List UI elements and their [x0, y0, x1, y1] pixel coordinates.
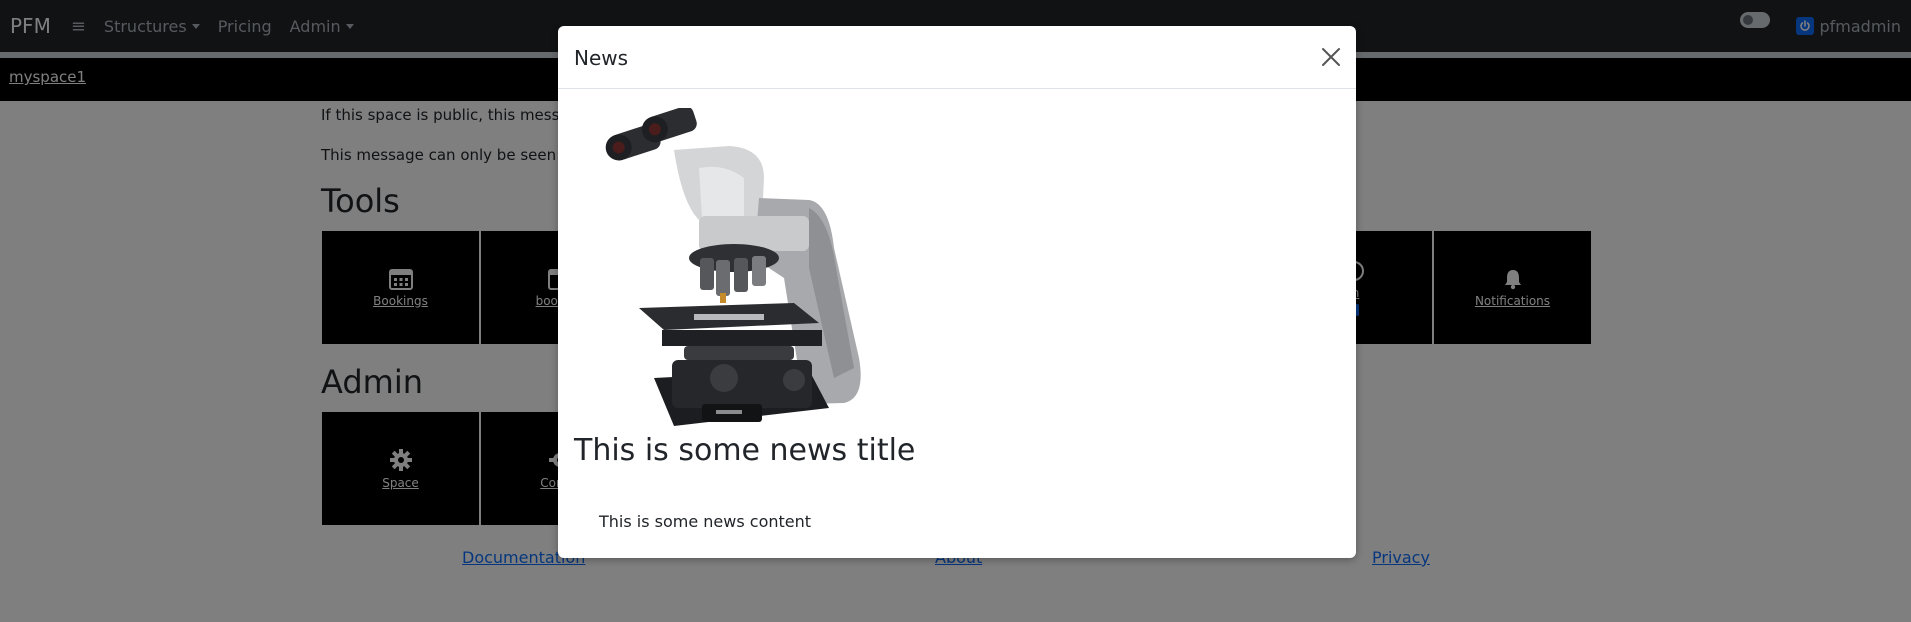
news-modal: News This is some news title This is som… [558, 26, 1356, 558]
modal-header: News [558, 26, 1356, 89]
close-icon[interactable] [1320, 46, 1342, 68]
news-content: This is some news content [599, 512, 812, 531]
modal-title: News [574, 46, 629, 70]
news-title: This is some news title [574, 433, 916, 468]
microscope-image [605, 108, 861, 426]
